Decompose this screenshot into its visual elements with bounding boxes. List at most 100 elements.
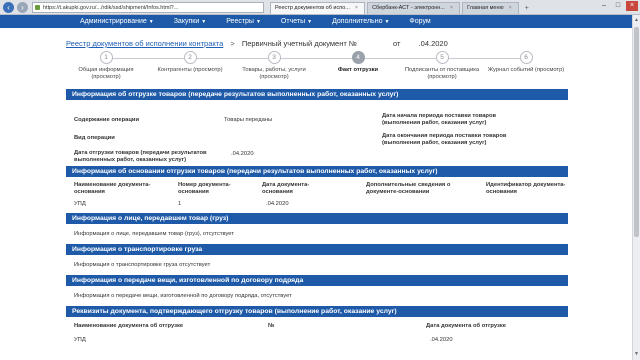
chevron-down-icon: ▼ (255, 18, 261, 25)
minimize-icon[interactable]: – (598, 1, 610, 11)
step-number: 4 (351, 51, 365, 64)
close-tab-icon[interactable]: × (509, 3, 512, 14)
step-label: Общая информация (просмотр) (78, 67, 134, 80)
ship-date-label: Дата отгрузки товаров (передачи результа… (74, 150, 207, 163)
step-label: Журнал событий (просмотр) (487, 67, 565, 73)
section-contract-work: Информация о передаче вещи, изготовленно… (66, 286, 568, 306)
step-goods-works-services[interactable]: 3 Товары, работы, услуги (просмотр) (234, 51, 314, 80)
step-label: Контрагенты (просмотр) (157, 67, 223, 73)
shipment-form: Информация об отгрузке товаров (передаче… (66, 89, 568, 347)
transport-info-text: Информация о транспортировке груза отсут… (74, 262, 211, 268)
tab-strip: Реестр документов об испо... × Сбербанк-… (270, 1, 533, 14)
menu-item-reports[interactable]: Отчеты ▼ (281, 18, 312, 25)
basis-column-header: Дополнительные сведения о документе-осно… (366, 182, 451, 195)
close-tab-icon[interactable]: × (355, 3, 358, 14)
requisites-column-header: № (268, 323, 275, 329)
person-info-text: Информация о лице, передавшем товар (гру… (74, 231, 234, 237)
basis-cell: УПД (74, 201, 86, 207)
page-scrollbar[interactable]: ▲ ▼ (632, 15, 640, 360)
browser-tab-label: Главная меню (467, 4, 504, 11)
section-basis: Наименование документа-основания Номер д… (66, 177, 568, 213)
step-event-log[interactable]: 6 Журнал событий (просмотр) (486, 51, 566, 74)
close-tab-icon[interactable]: × (450, 3, 453, 14)
contract-work-info-text: Информация о передаче вещи, изготовленно… (74, 293, 292, 299)
browser-toolbar: ‹ › https://t.akupki.gov.ru/.../rdik/ssd… (0, 0, 640, 15)
browser-tab-label: Реестр документов об испо... (275, 4, 350, 11)
breadcrumb-link-registry[interactable]: Реестр документов об исполнении контракт… (66, 39, 223, 48)
menu-item-label: Реестры (226, 18, 254, 25)
requisites-column-header: Наименование документа об отгрузке (74, 323, 184, 329)
address-bar[interactable]: https://t.akupki.gov.ru/.../rdik/ssd/shi… (32, 1, 264, 13)
menu-item-registries[interactable]: Реестры ▼ (226, 18, 261, 25)
lock-icon (35, 4, 40, 10)
menu-item-forum[interactable]: Форум (409, 18, 430, 25)
basis-cell: 1 (178, 201, 182, 207)
menu-item-label: Дополнительно (332, 18, 383, 25)
scroll-up-icon[interactable]: ▲ (633, 17, 640, 24)
step-shipment-fact[interactable]: 4 Факт отгрузки (318, 51, 398, 74)
step-supplier-signers[interactable]: 5 Подписанты от поставщика (просмотр) (402, 51, 482, 80)
chevron-down-icon: ▼ (148, 18, 154, 25)
ship-date-value: .04.2020 (231, 151, 254, 157)
back-icon[interactable]: ‹ (3, 1, 14, 13)
forward-icon[interactable]: › (17, 1, 28, 13)
address-text: https://t.akupki.gov.ru/.../rdik/ssd/shi… (43, 4, 179, 11)
basis-column-header: Номер документа-основания (178, 182, 231, 195)
step-counterparties[interactable]: 2 Контрагенты (просмотр) (150, 51, 230, 74)
section-header-requisites: Реквизиты документа, подтверждающего отг… (66, 306, 568, 317)
requisites-cell: УПД (74, 337, 86, 343)
section-header-basis: Информация об основании отгрузки товаров… (66, 166, 568, 177)
browser-tab[interactable]: Реестр документов об испо... × (270, 1, 366, 14)
requisites-cell: .04.2020 (430, 337, 453, 343)
menu-item-label: Форум (409, 18, 431, 25)
step-number: 1 (99, 51, 113, 64)
scroll-down-icon[interactable]: ▼ (633, 351, 640, 358)
menu-item-label: Закупки (173, 18, 200, 25)
op-type-label: Вид операции (74, 135, 115, 141)
basis-column-header: Идентификатор документа-основания (486, 182, 566, 195)
wizard-stepper: 1 Общая информация (просмотр) 2 Контраге… (66, 51, 566, 91)
browser-tab-label: Сбербанк-АСТ - электронн... (372, 4, 445, 11)
breadcrumb-separator: > (230, 39, 235, 48)
chevron-down-icon: ▼ (384, 18, 390, 25)
op-content-label: Содержание операции (74, 117, 140, 123)
step-label: Факт отгрузки (337, 67, 379, 73)
scrollbar-thumb[interactable] (634, 27, 639, 237)
section-header-transport: Информация о транспортировке груза (66, 244, 568, 255)
chevron-down-icon: ▼ (201, 18, 207, 25)
step-general-info[interactable]: 1 Общая информация (просмотр) (66, 51, 146, 80)
section-header-person: Информация о лице, передавшем товар (гру… (66, 213, 568, 224)
period-start-label: Дата начала периода поставки товаров (вы… (382, 113, 497, 126)
browser-tab[interactable]: Сбербанк-АСТ - электронн... × (367, 1, 461, 14)
step-number: 2 (183, 51, 197, 64)
main-menu: Администрирование ▼ Закупки ▼ Реестры ▼ Отч… (0, 15, 632, 28)
section-header-contract-work: Информация о передаче вещи, изготовленно… (66, 275, 568, 286)
section-shipment: Содержание операции Товары переданы Вид … (66, 100, 568, 166)
menu-item-additional[interactable]: Дополнительно ▼ (332, 18, 389, 25)
step-label: Товары, работы, услуги (просмотр) (242, 67, 306, 80)
period-end-label: Дата окончания периода поставки товаров … (382, 133, 507, 146)
op-content-value: Товары переданы (224, 117, 273, 123)
menu-item-purchases[interactable]: Закупки ▼ (174, 18, 206, 25)
breadcrumb-date: .04.2020 (418, 39, 448, 48)
menu-item-administration[interactable]: Администрирование ▼ (80, 18, 154, 25)
menu-item-label: Администрирование (80, 18, 147, 25)
step-label: Подписанты от поставщика (просмотр) (404, 67, 480, 80)
menu-item-label: Отчеты (280, 18, 306, 25)
basis-column-header: Наименование документа-основания (74, 182, 151, 195)
section-person: Информация о лице, передавшем товар (гру… (66, 224, 568, 244)
close-window-icon[interactable]: × (626, 1, 638, 11)
breadcrumb-from: от (393, 39, 401, 48)
window-controls: – □ × (598, 1, 638, 11)
basis-column-header: Дата документа-основания (262, 182, 310, 195)
breadcrumb: Реестр документов об исполнении контракт… (66, 39, 448, 48)
basis-cell: .04.2020 (266, 201, 289, 207)
step-number: 5 (435, 51, 449, 64)
step-number: 6 (519, 51, 533, 64)
browser-tab[interactable]: Главная меню × (462, 1, 519, 14)
section-transport: Информация о транспортировке груза отсут… (66, 255, 568, 275)
section-header-shipment: Информация об отгрузке товаров (передаче… (66, 89, 568, 100)
requisites-column-header: Дата документа об отгрузке (426, 323, 506, 329)
new-tab-icon[interactable]: + (521, 4, 533, 14)
maximize-icon[interactable]: □ (612, 1, 624, 11)
